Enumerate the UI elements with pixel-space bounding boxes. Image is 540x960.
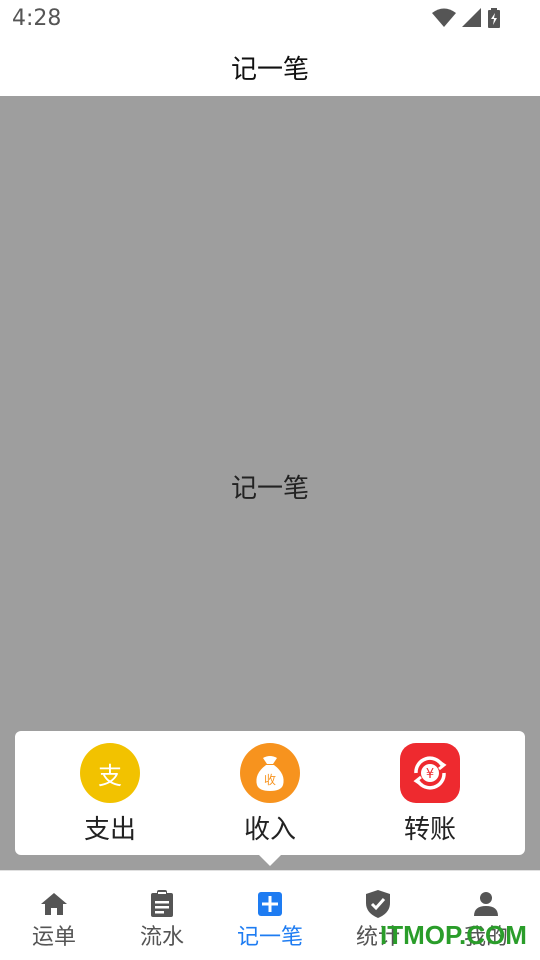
popup-arrow <box>258 854 282 866</box>
expense-glyph: 支 <box>98 761 122 790</box>
expense-button[interactable]: 支 支出 <box>50 743 170 846</box>
nav-label-waybill: 运单 <box>31 925 76 950</box>
status-icons <box>432 8 500 28</box>
income-label: 收入 <box>243 815 296 845</box>
transfer-icon: ¥ <box>400 743 460 803</box>
status-bar: 4:28 <box>0 0 540 38</box>
nav-label-record: 记一笔 <box>236 925 303 950</box>
add-square-icon <box>216 889 324 919</box>
battery-icon <box>488 8 500 28</box>
expense-icon: 支 <box>80 743 140 803</box>
content-label: 记一笔 <box>230 474 309 504</box>
income-glyph: 收 <box>264 773 276 787</box>
home-icon <box>0 889 108 919</box>
page-title: 记一笔 <box>230 54 309 85</box>
nav-item-record[interactable]: 记一笔 <box>216 889 324 951</box>
nav-item-flow[interactable]: 流水 <box>108 889 216 951</box>
title-bar: 记一笔 <box>0 38 540 96</box>
status-time: 4:28 <box>12 6 62 31</box>
record-type-popup: 支 支出 收 收入 ¥ 转账 <box>15 731 525 855</box>
money-bag-shape: 收 <box>256 756 284 791</box>
transfer-glyph: ¥ <box>426 767 434 782</box>
person-icon <box>432 889 540 919</box>
clipboard-icon <box>108 889 216 919</box>
cell-signal-icon <box>462 8 481 27</box>
income-bag-icon: 收 <box>240 743 300 803</box>
income-button[interactable]: 收 收入 <box>210 743 330 846</box>
transfer-button[interactable]: ¥ 转账 <box>370 743 490 846</box>
watermark-logo: ITMOP.COM <box>380 920 527 950</box>
transfer-cycle-shape: ¥ <box>413 756 447 790</box>
shield-check-icon <box>324 889 432 919</box>
wifi-icon <box>432 8 456 27</box>
nav-item-waybill[interactable]: 运单 <box>0 889 108 951</box>
nav-label-flow: 流水 <box>139 925 184 950</box>
transfer-label: 转账 <box>403 815 456 845</box>
expense-label: 支出 <box>83 815 136 845</box>
